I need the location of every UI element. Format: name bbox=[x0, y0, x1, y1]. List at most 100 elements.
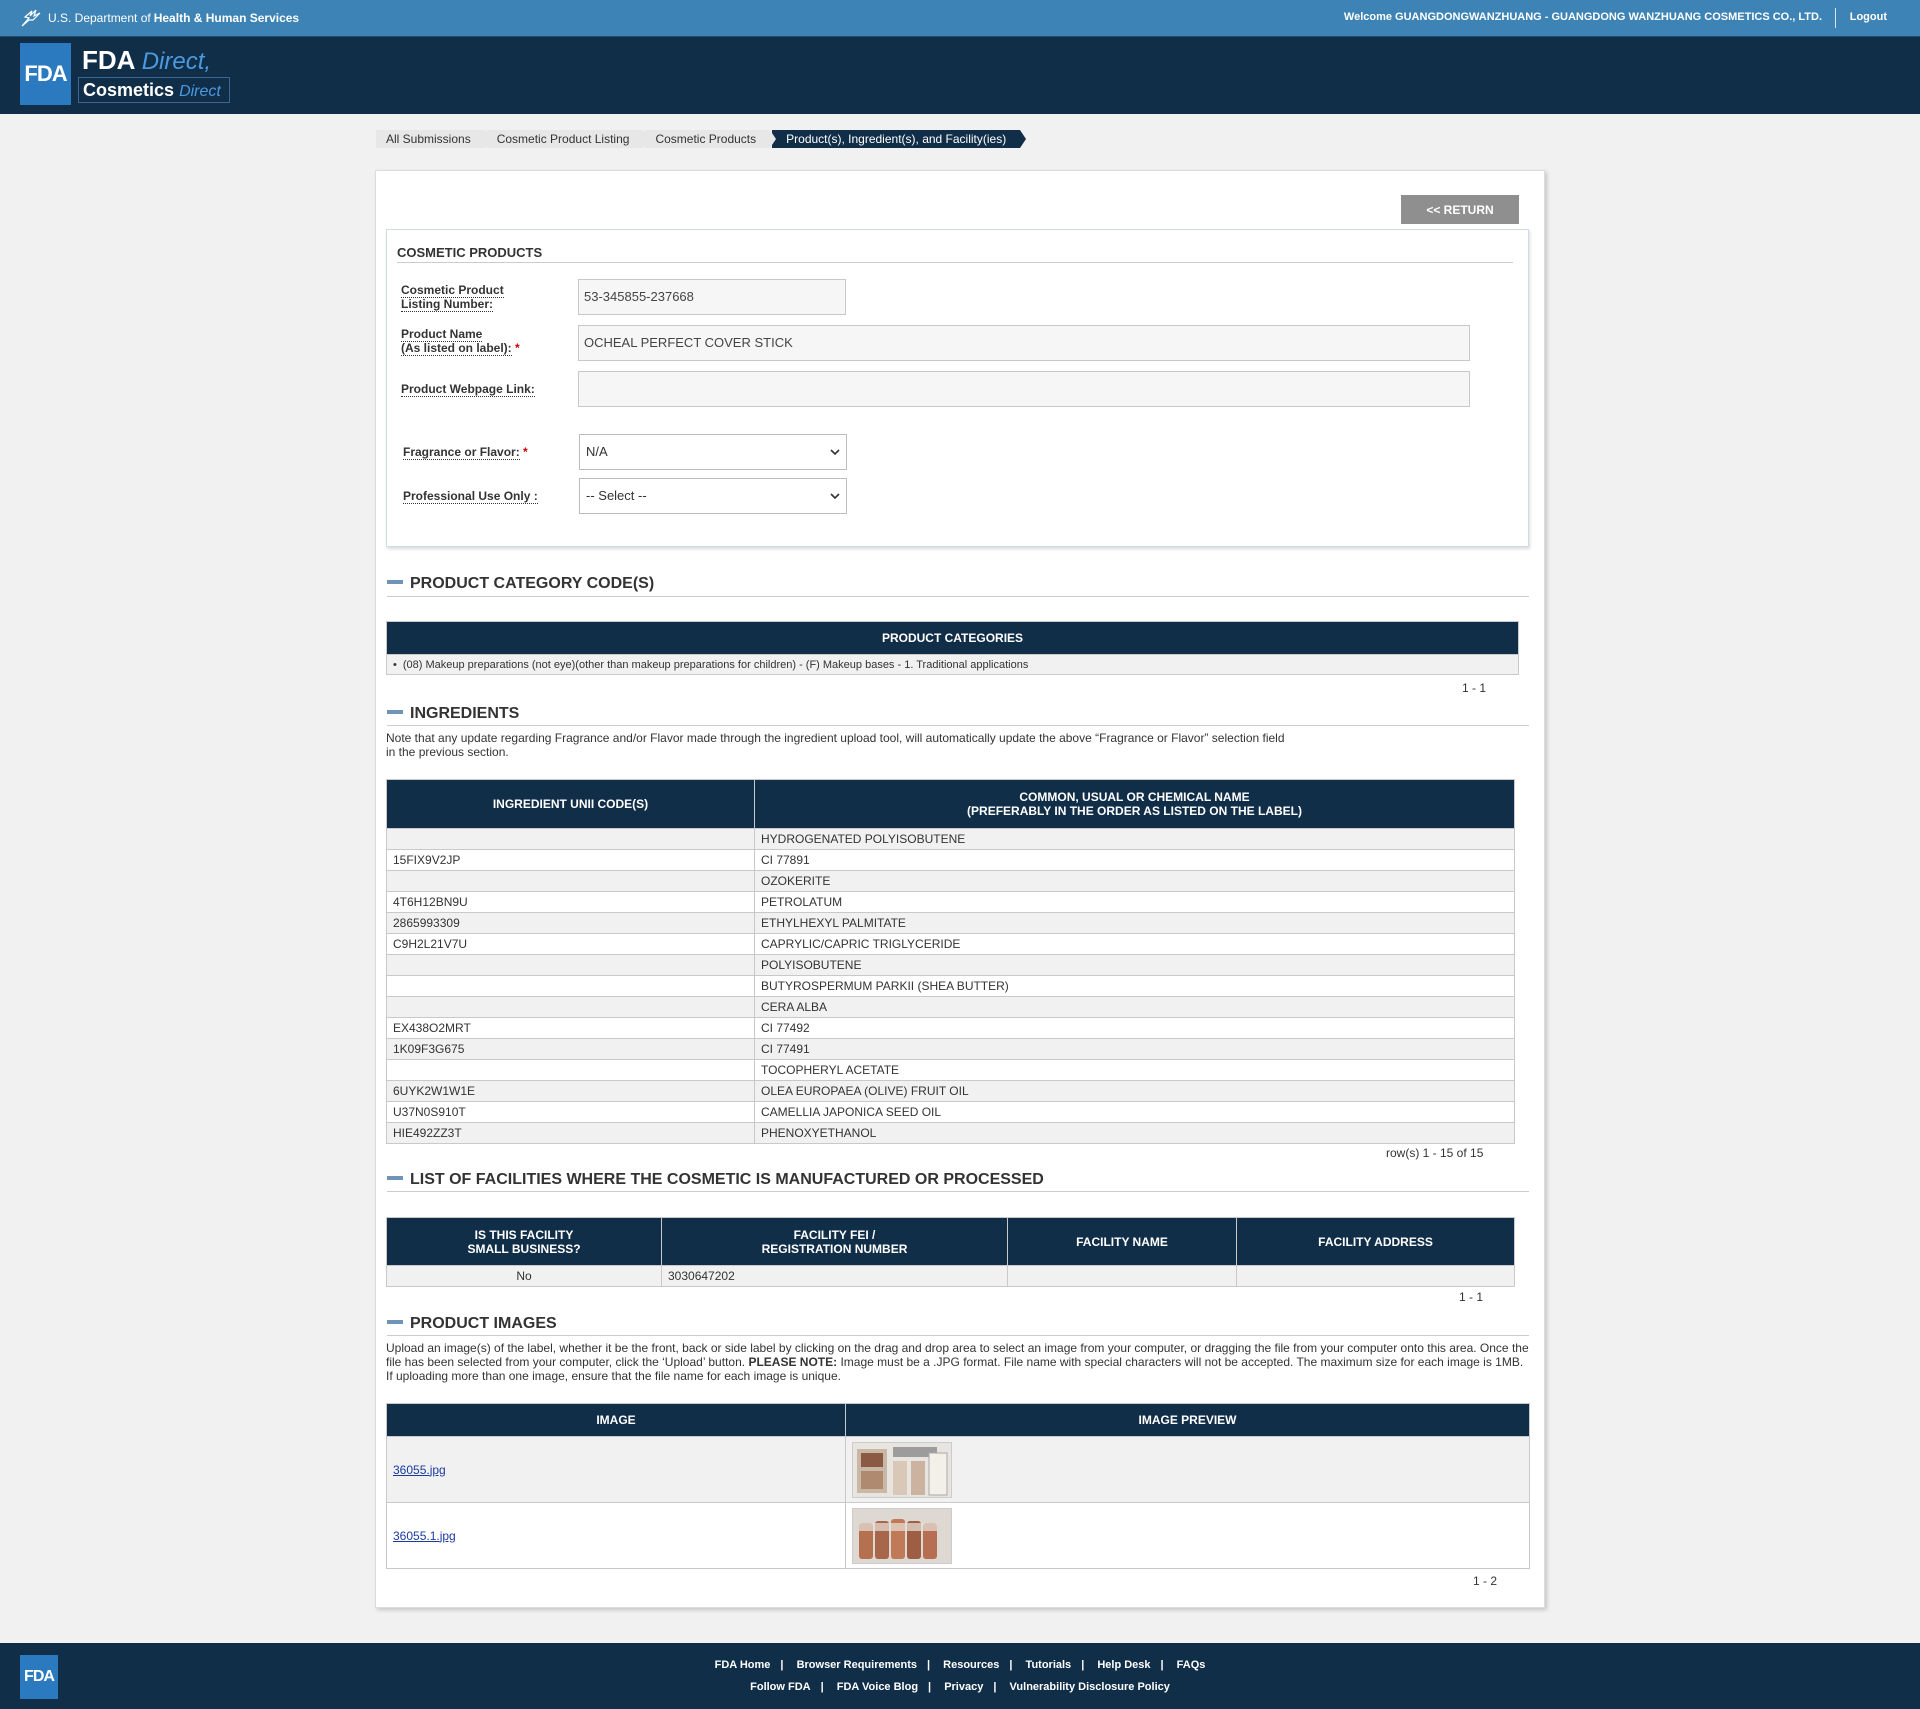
fragrance-label: Fragrance or Flavor: * bbox=[403, 445, 528, 460]
facility-address-cell bbox=[1236, 1265, 1515, 1287]
label-line: Product Webpage Link: bbox=[401, 382, 535, 397]
top-bar: U.S. Department of Health & Human Servic… bbox=[0, 0, 1920, 36]
image-file-link[interactable]: 36055.jpg bbox=[393, 1463, 446, 1477]
breadcrumb-current[interactable]: Product(s), Ingredient(s), and Facility(… bbox=[772, 130, 1027, 148]
product-name-label: Product Name (As listed on label): * bbox=[401, 327, 520, 356]
ingredient-code-cell: EX438O2MRT bbox=[386, 1017, 755, 1039]
header-line: (PREFERABLY IN THE ORDER AS LISTED ON TH… bbox=[967, 804, 1302, 818]
images-section-header[interactable]: PRODUCT IMAGES bbox=[387, 1315, 557, 1335]
category-section-header[interactable]: PRODUCT CATEGORY CODE(S) bbox=[387, 575, 654, 595]
table-row: TOCOPHERYL ACETATE bbox=[386, 1059, 1515, 1081]
footer-links-row-1: FDA Home | Browser Requirements | Resource… bbox=[0, 1659, 1920, 1671]
ingredient-name-cell: ETHYLHEXYL PALMITATE bbox=[754, 912, 1515, 934]
collapse-icon[interactable] bbox=[387, 1176, 403, 1181]
label-line: Listing Number: bbox=[401, 297, 493, 312]
breadcrumb-cosmetic-product-listing[interactable]: Cosmetic Product Listing bbox=[486, 130, 650, 148]
required-marker: * bbox=[523, 445, 528, 459]
fragrance-select[interactable]: N/A bbox=[579, 434, 847, 470]
section-title: PRODUCT CATEGORY CODE(S) bbox=[410, 575, 655, 592]
facilities-table: IS THIS FACILITY SMALL BUSINESS? FACILIT… bbox=[386, 1217, 1515, 1287]
listing-number-field[interactable]: 53-345855-237668 bbox=[578, 279, 846, 315]
facilities-section-header[interactable]: LIST OF FACILITIES WHERE THE COSMETIC IS… bbox=[387, 1171, 1044, 1191]
fda-direct-title: FDA Direct, bbox=[82, 45, 211, 76]
ingredients-note: Note that any update regarding Fragrance… bbox=[386, 731, 1285, 759]
label-line: Professional Use Only : bbox=[403, 489, 538, 504]
fei-cell: 3030647202 bbox=[661, 1265, 1008, 1287]
header-line: REGISTRATION NUMBER bbox=[761, 1241, 908, 1256]
logout-link[interactable]: Logout bbox=[1850, 11, 1887, 23]
product-image-thumbnail[interactable] bbox=[852, 1441, 952, 1498]
footer-link-privacy[interactable]: Privacy bbox=[944, 1681, 983, 1693]
facility-name-header: FACILITY NAME bbox=[1007, 1217, 1237, 1266]
breadcrumb: All Submissions Cosmetic Product Listing… bbox=[376, 130, 1027, 148]
footer-link-vulnerability-disclosure[interactable]: Vulnerability Disclosure Policy bbox=[1009, 1681, 1169, 1693]
ingredient-code-cell bbox=[386, 828, 755, 850]
table-row: 1K09F3G675 CI 77491 bbox=[386, 1038, 1515, 1060]
return-button[interactable]: << RETURN bbox=[1401, 195, 1519, 224]
footer-link-fda-home[interactable]: FDA Home bbox=[715, 1659, 771, 1671]
collapse-icon[interactable] bbox=[387, 1320, 403, 1325]
product-image-thumbnail[interactable] bbox=[852, 1507, 952, 1564]
label-line: Cosmetic Product bbox=[401, 283, 504, 298]
ingredient-name-cell: BUTYROSPERMUM PARKII (SHEA BUTTER) bbox=[754, 975, 1515, 997]
professional-selected-value: -- Select -- bbox=[586, 488, 647, 503]
table-row: U37N0S910T CAMELLIA JAPONICA SEED OIL bbox=[386, 1101, 1515, 1123]
separator: | bbox=[993, 1681, 997, 1693]
fda-logo[interactable]: FDA bbox=[20, 43, 71, 105]
facilities-pager: 1 - 1 bbox=[1459, 1290, 1484, 1304]
note-line: in the previous section. bbox=[386, 745, 509, 759]
site-header: FDA FDA Direct, Cosmetics Direct bbox=[0, 36, 1920, 114]
separator: | bbox=[820, 1681, 824, 1693]
ingredients-pager: row(s) 1 - 15 of 15 bbox=[1386, 1146, 1484, 1160]
footer-link-tutorials[interactable]: Tutorials bbox=[1026, 1659, 1072, 1671]
image-preview-header: IMAGE PREVIEW bbox=[845, 1403, 1530, 1437]
label-line: Product Name bbox=[401, 327, 483, 342]
collapse-icon[interactable] bbox=[387, 580, 403, 585]
ingredients-section-header[interactable]: INGREDIENTS bbox=[387, 705, 519, 725]
ingredient-code-cell bbox=[386, 975, 755, 997]
footer-link-faqs[interactable]: FAQs bbox=[1177, 1659, 1206, 1671]
table-row: HYDROGENATED POLYISOBUTENE bbox=[386, 828, 1515, 850]
ingredient-name-cell: PETROLATUM bbox=[754, 891, 1515, 913]
footer-link-follow-fda[interactable]: Follow FDA bbox=[750, 1681, 811, 1693]
images-table: IMAGE IMAGE PREVIEW 36055.jpg 36055.1.jp… bbox=[386, 1403, 1530, 1569]
table-row: 36055.jpg bbox=[386, 1436, 1530, 1503]
divider bbox=[387, 1191, 1529, 1192]
facility-address-header: FACILITY ADDRESS bbox=[1236, 1217, 1515, 1266]
webpage-link-field[interactable] bbox=[578, 371, 1470, 407]
ingredient-code-cell: U37N0S910T bbox=[386, 1101, 755, 1123]
ingredient-code-cell: HIE492ZZ3T bbox=[386, 1122, 755, 1144]
product-name-field[interactable]: OCHEAL PERFECT COVER STICK bbox=[578, 325, 1470, 361]
separator: | bbox=[1009, 1659, 1013, 1671]
ingredient-name-cell: CI 77491 bbox=[754, 1038, 1515, 1060]
footer-link-help-desk[interactable]: Help Desk bbox=[1097, 1659, 1150, 1671]
header-line: IS THIS FACILITY bbox=[474, 1227, 574, 1242]
image-file-link[interactable]: 36055.1.jpg bbox=[393, 1529, 456, 1543]
table-row: No 3030647202 bbox=[386, 1265, 1515, 1287]
footer-link-browser-requirements[interactable]: Browser Requirements bbox=[797, 1659, 917, 1671]
ingredient-name-cell: CAPRYLIC/CAPRIC TRIGLYCERIDE bbox=[754, 933, 1515, 955]
collapse-icon[interactable] bbox=[387, 710, 403, 715]
breadcrumb-all-submissions[interactable]: All Submissions bbox=[376, 130, 491, 148]
ingredient-code-cell bbox=[386, 870, 755, 892]
hhs-link[interactable]: U.S. Department of Health & Human Servic… bbox=[20, 8, 299, 28]
table-row: 36055.1.jpg bbox=[386, 1502, 1530, 1569]
ingredient-name-cell: TOCOPHERYL ACETATE bbox=[754, 1059, 1515, 1081]
facility-name-cell bbox=[1007, 1265, 1237, 1287]
ingredient-code-cell: 2865993309 bbox=[386, 912, 755, 934]
note-line: Image must be a .JPG format. File name w… bbox=[840, 1355, 1524, 1369]
footer-link-resources[interactable]: Resources bbox=[943, 1659, 999, 1671]
footer-links-row-2: Follow FDA | FDA Voice Blog | Privacy | Vul… bbox=[0, 1681, 1920, 1693]
category-item: (08) Makeup preparations (not eye)(other… bbox=[402, 658, 1029, 671]
footer-link-fda-voice-blog[interactable]: FDA Voice Blog bbox=[837, 1681, 918, 1693]
image-preview-cell bbox=[845, 1502, 1530, 1569]
professional-use-select[interactable]: -- Select -- bbox=[579, 478, 847, 514]
breadcrumb-cosmetic-products[interactable]: Cosmetic Products bbox=[645, 130, 776, 148]
table-row: EX438O2MRT CI 77492 bbox=[386, 1017, 1515, 1039]
ingredient-code-header: INGREDIENT UNII CODE(S) bbox=[386, 779, 755, 829]
ingredient-name-cell: CI 77492 bbox=[754, 1017, 1515, 1039]
brand-sub: Cosmetics bbox=[83, 80, 175, 100]
ingredient-name-cell: CAMELLIA JAPONICA SEED OIL bbox=[754, 1101, 1515, 1123]
image-preview-cell bbox=[845, 1436, 1530, 1503]
separator: | bbox=[928, 1681, 932, 1693]
